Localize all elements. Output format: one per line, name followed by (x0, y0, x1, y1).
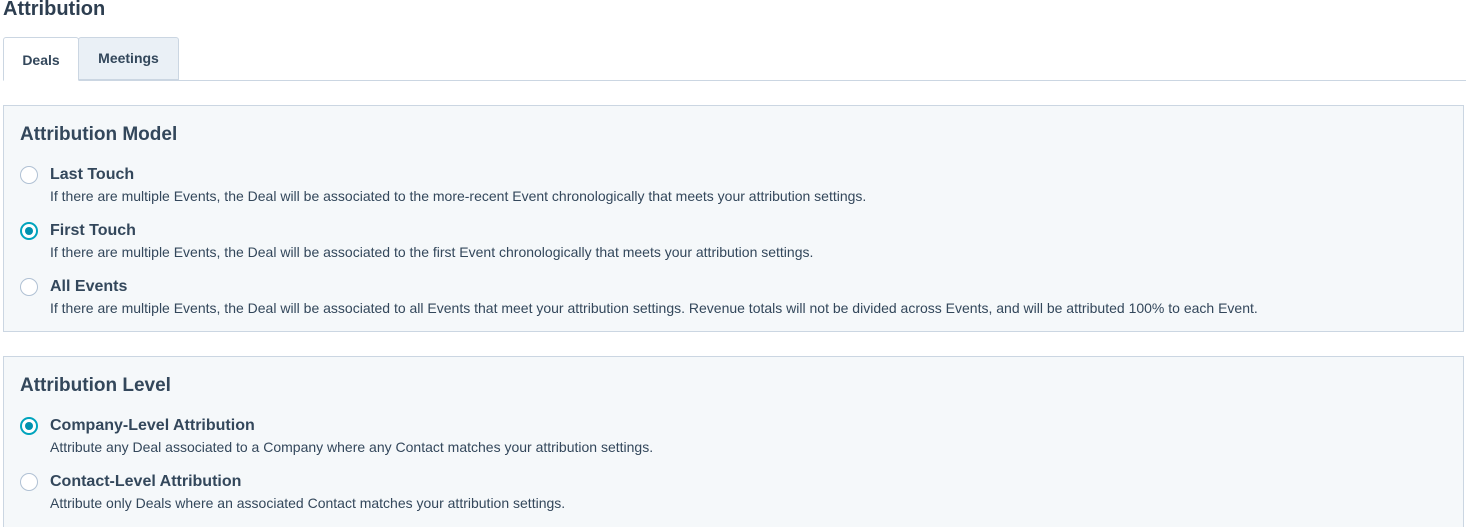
all-events-label: All Events (50, 278, 128, 295)
last-touch-label: Last Touch (50, 166, 135, 183)
last-touch-description: If there are multiple Events, the Deal w… (50, 188, 867, 204)
option-first-touch[interactable]: First Touch If there are multiple Events… (20, 221, 1447, 261)
tab-bar: Deals Meetings (3, 37, 1466, 81)
contact-level-description: Attribute only Deals where an associated… (50, 495, 566, 511)
first-touch-label: First Touch (50, 222, 136, 239)
option-contact-level[interactable]: Contact-Level Attribution Attribute only… (20, 472, 1447, 512)
company-level-label: Company-Level Attribution (50, 417, 255, 434)
first-touch-description: If there are multiple Events, the Deal w… (50, 244, 814, 260)
company-level-description: Attribute any Deal associated to a Compa… (50, 439, 654, 455)
option-company-level[interactable]: Company-Level Attribution Attribute any … (20, 416, 1447, 456)
option-last-touch[interactable]: Last Touch If there are multiple Events,… (20, 165, 1447, 205)
all-events-description: If there are multiple Events, the Deal w… (50, 300, 1258, 316)
tab-deals[interactable]: Deals (3, 37, 79, 81)
attribution-model-card: Attribution Model Last Touch If there ar… (3, 105, 1464, 332)
attribution-model-title: Attribution Model (20, 124, 178, 145)
first-touch-radio[interactable] (20, 222, 38, 240)
attribution-level-card: Attribution Level Company-Level Attribut… (3, 356, 1464, 527)
option-all-events[interactable]: All Events If there are multiple Events,… (20, 277, 1447, 317)
last-touch-radio[interactable] (20, 166, 38, 184)
page-title: Attribution (3, 0, 106, 20)
company-level-radio[interactable] (20, 417, 38, 435)
contact-level-label: Contact-Level Attribution (50, 473, 242, 490)
all-events-radio[interactable] (20, 278, 38, 296)
attribution-settings-page: Attribution Deals Meetings Attribution M… (0, 0, 1466, 527)
contact-level-radio[interactable] (20, 473, 38, 491)
attribution-level-title: Attribution Level (20, 375, 171, 396)
tab-meetings[interactable]: Meetings (78, 37, 179, 80)
